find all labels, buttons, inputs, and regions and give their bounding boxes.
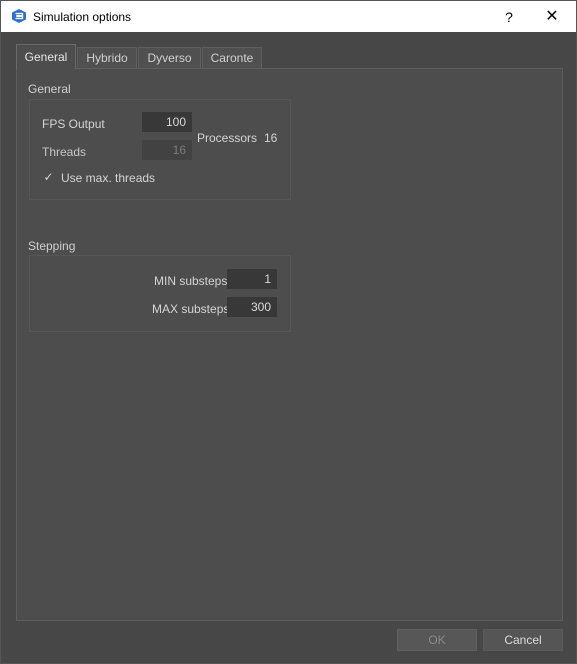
min-substeps-field[interactable]: 1 [227, 269, 277, 289]
general-group-title: General [28, 82, 71, 96]
general-tab-pane: General FPS Output 100 Processors 16 Thr… [16, 68, 563, 621]
fps-output-label: FPS Output [42, 117, 105, 131]
help-button[interactable]: ? [499, 7, 519, 27]
cancel-button[interactable]: Cancel [483, 629, 563, 651]
use-max-threads-checkbox[interactable]: ✓ [42, 171, 55, 184]
processors-label: Processors [197, 131, 258, 145]
processors-value: 16 [264, 131, 278, 145]
tab-general[interactable]: General [16, 44, 76, 69]
ok-button[interactable]: OK [397, 629, 477, 651]
tab-hybrido[interactable]: Hybrido [77, 47, 137, 68]
use-max-threads-label[interactable]: Use max. threads [61, 171, 155, 185]
min-substeps-label: MIN substeps [154, 274, 228, 288]
tab-dyverso[interactable]: Dyverso [138, 47, 201, 68]
app-logo-icon [12, 9, 26, 23]
threads-field[interactable]: 16 [142, 140, 192, 160]
max-substeps-field[interactable]: 300 [227, 297, 277, 317]
stepping-group-box: MIN substeps 1 MAX substeps 300 [29, 255, 291, 332]
window-title: Simulation options [33, 10, 132, 24]
fps-output-field[interactable]: 100 [142, 112, 192, 132]
tab-caronte[interactable]: Caronte [202, 47, 262, 68]
threads-label: Threads [42, 145, 87, 159]
stepping-group-title: Stepping [28, 239, 76, 253]
simulation-options-dialog: Simulation options ? ✕ General Hybrido D… [0, 0, 577, 664]
title-bar[interactable]: Simulation options ? ✕ [1, 1, 576, 32]
general-group-box: FPS Output 100 Processors 16 Threads 16 … [29, 99, 291, 200]
dialog-body: General Hybrido Dyverso Caronte General … [1, 32, 576, 663]
close-button[interactable]: ✕ [541, 7, 563, 27]
max-substeps-label: MAX substeps [152, 302, 230, 316]
